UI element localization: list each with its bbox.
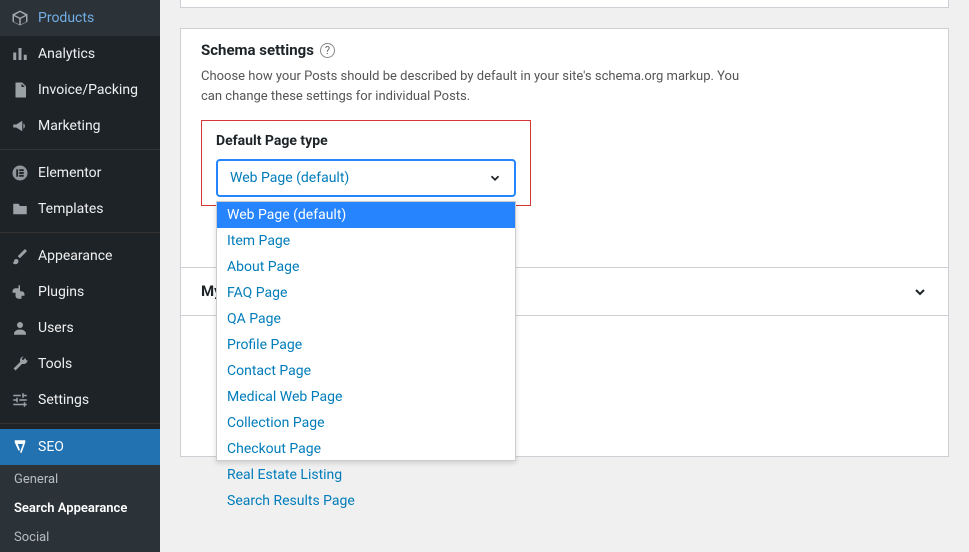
- sidebar-item-invoice[interactable]: Invoice/Packing: [0, 72, 160, 108]
- seo-submenu-social[interactable]: Social: [0, 523, 160, 552]
- user-icon: [10, 318, 30, 338]
- schema-description: Choose how your Posts should be describe…: [201, 67, 761, 106]
- yoast-icon: [10, 437, 30, 457]
- plug-icon: [10, 282, 30, 302]
- page-type-select[interactable]: Web Page (default): [216, 159, 516, 197]
- sidebar-label: SEO: [38, 439, 64, 455]
- sidebar-item-appearance[interactable]: Appearance: [0, 238, 160, 274]
- sidebar-label: Elementor: [38, 165, 101, 181]
- dropdown-option[interactable]: Search Results Page: [217, 488, 515, 514]
- main-content: Schema settings ? Choose how your Posts …: [160, 0, 969, 518]
- dropdown-option[interactable]: Web Page (default): [217, 202, 515, 228]
- page-type-dropdown: Web Page (default) Item Page About Page …: [216, 201, 516, 461]
- sidebar-item-users[interactable]: Users: [0, 310, 160, 346]
- default-page-type-box: Default Page type Web Page (default) Web…: [201, 120, 531, 206]
- dropdown-option[interactable]: Profile Page: [217, 332, 515, 358]
- sidebar-item-elementor[interactable]: Elementor: [0, 155, 160, 191]
- dropdown-option[interactable]: About Page: [217, 254, 515, 280]
- previous-card-edge: [180, 0, 949, 8]
- chevron-down-icon: [912, 284, 928, 300]
- dropdown-option[interactable]: Medical Web Page: [217, 384, 515, 410]
- dropdown-option[interactable]: QA Page: [217, 306, 515, 332]
- cube-icon: [10, 8, 30, 28]
- document-icon: [10, 80, 30, 100]
- divider: [0, 423, 160, 424]
- megaphone-icon: [10, 116, 30, 136]
- sidebar-label: Users: [38, 320, 74, 336]
- elementor-icon: [10, 163, 30, 183]
- sidebar-item-marketing[interactable]: Marketing: [0, 108, 160, 144]
- sidebar-item-tools[interactable]: Tools: [0, 346, 160, 382]
- schema-settings-panel: Schema settings ? Choose how your Posts …: [180, 28, 949, 457]
- dropdown-option[interactable]: Item Page: [217, 228, 515, 254]
- divider: [0, 149, 160, 150]
- sidebar-label: Marketing: [38, 118, 101, 134]
- sidebar-label: Invoice/Packing: [38, 82, 138, 98]
- dropdown-option[interactable]: FAQ Page: [217, 280, 515, 306]
- sidebar-item-settings[interactable]: Settings: [0, 382, 160, 418]
- sidebar-item-plugins[interactable]: Plugins: [0, 274, 160, 310]
- dropdown-option[interactable]: Collection Page: [217, 410, 515, 436]
- help-icon[interactable]: ?: [320, 43, 335, 58]
- sidebar-item-analytics[interactable]: Analytics: [0, 36, 160, 72]
- bar-chart-icon: [10, 44, 30, 64]
- sidebar-item-seo[interactable]: SEO: [0, 429, 160, 465]
- sidebar-label: Templates: [38, 201, 104, 217]
- seo-submenu-general[interactable]: General: [0, 465, 160, 494]
- dropdown-option[interactable]: Real Estate Listing: [217, 462, 515, 488]
- schema-title: Schema settings ?: [201, 41, 928, 59]
- sliders-icon: [10, 390, 30, 410]
- folder-icon: [10, 199, 30, 219]
- sidebar-label: Appearance: [38, 248, 112, 264]
- dropdown-option[interactable]: Checkout Page: [217, 436, 515, 462]
- seo-submenu-search-appearance[interactable]: Search Appearance: [0, 494, 160, 523]
- default-page-type-label: Default Page type: [216, 133, 516, 149]
- chevron-down-icon: [488, 171, 502, 185]
- sidebar-item-templates[interactable]: Templates: [0, 191, 160, 227]
- select-value: Web Page (default): [230, 170, 349, 186]
- sidebar-label: Tools: [38, 356, 72, 372]
- divider: [0, 232, 160, 233]
- sidebar-label: Plugins: [38, 284, 84, 300]
- dropdown-option[interactable]: Contact Page: [217, 358, 515, 384]
- sidebar-item-products[interactable]: Products: [0, 0, 160, 36]
- sidebar-label: Products: [38, 10, 94, 26]
- brush-icon: [10, 246, 30, 266]
- admin-sidebar: Products Analytics Invoice/Packing Marke…: [0, 0, 160, 518]
- sidebar-label: Settings: [38, 392, 89, 408]
- wrench-icon: [10, 354, 30, 374]
- sidebar-label: Analytics: [38, 46, 95, 62]
